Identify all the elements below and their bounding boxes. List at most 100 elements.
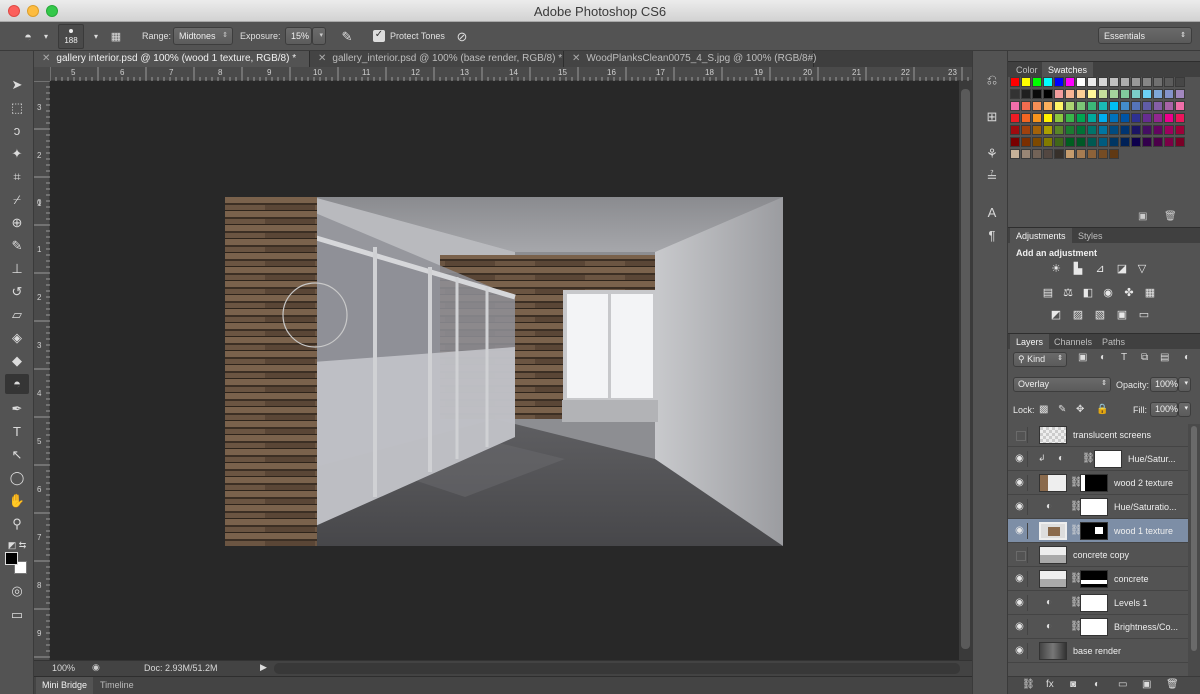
- swatch[interactable]: [1043, 89, 1053, 99]
- selective-color-icon[interactable]: ▣: [1114, 308, 1130, 322]
- swatch[interactable]: [1098, 125, 1108, 135]
- eye-icon[interactable]: ◉: [1012, 499, 1028, 515]
- swatch[interactable]: [1175, 137, 1185, 147]
- new-adjustment-icon[interactable]: ◐: [1094, 679, 1100, 690]
- tab-gallery-interior-base[interactable]: ✕ gallery_interior.psd @ 100% (base rende…: [310, 51, 564, 67]
- tab-layers[interactable]: Layers: [1010, 334, 1050, 350]
- link-icon[interactable]: ⛓: [1082, 453, 1095, 464]
- visibility-toggle[interactable]: [1012, 547, 1028, 563]
- swatch[interactable]: [1010, 113, 1020, 123]
- fill-slider-toggle[interactable]: ▾: [1178, 402, 1191, 417]
- swatch[interactable]: [1032, 149, 1042, 159]
- swatch[interactable]: [1054, 137, 1064, 147]
- swatch[interactable]: [1043, 125, 1053, 135]
- photo-filter-icon[interactable]: ◉: [1100, 286, 1116, 300]
- swatch[interactable]: [1010, 137, 1020, 147]
- horizontal-ruler[interactable]: 5 6 7 8 9 10 11 12 13 14 15 16 17 18 19 …: [50, 67, 972, 81]
- swatch[interactable]: [1010, 149, 1020, 159]
- layer-row-selected[interactable]: ◉ ⛓ wood 1 texture: [1008, 519, 1188, 543]
- scrollbar-thumb[interactable]: [1191, 426, 1197, 651]
- swatch[interactable]: [1054, 101, 1064, 111]
- tab-color[interactable]: Color: [1010, 62, 1044, 78]
- swatch[interactable]: [1032, 113, 1042, 123]
- tab-gallery-interior[interactable]: ✕ gallery interior.psd @ 100% (wood 1 tex…: [34, 51, 310, 67]
- swatch[interactable]: [1087, 101, 1097, 111]
- filter-toggle-icon[interactable]: ◐: [1184, 352, 1190, 363]
- swatch[interactable]: [1109, 77, 1119, 87]
- layer-filter-select[interactable]: ⚲ Kind ⇕: [1013, 352, 1067, 367]
- close-icon[interactable]: ✕: [572, 53, 580, 64]
- layers-scrollbar[interactable]: [1188, 424, 1200, 676]
- hue-saturation-icon[interactable]: ▤: [1040, 286, 1056, 300]
- swatch[interactable]: [1153, 77, 1163, 87]
- airbrush-icon[interactable]: ✎: [337, 27, 357, 47]
- swatch[interactable]: [1164, 137, 1174, 147]
- swatch[interactable]: [1010, 89, 1020, 99]
- swatch[interactable]: [1010, 101, 1020, 111]
- swatch[interactable]: [1032, 101, 1042, 111]
- sponge-tool-icon[interactable]: ◓: [5, 374, 29, 394]
- swatch[interactable]: [1142, 125, 1152, 135]
- filter-type-icon[interactable]: T: [1121, 352, 1127, 363]
- vertical-scrollbar[interactable]: [959, 81, 972, 660]
- swatch[interactable]: [1142, 101, 1152, 111]
- swatch[interactable]: [1021, 125, 1031, 135]
- tab-paths[interactable]: Paths: [1096, 334, 1131, 350]
- status-menu-arrow-icon[interactable]: ▶: [260, 662, 267, 673]
- swatch[interactable]: [1065, 77, 1075, 87]
- lasso-tool-icon[interactable]: ↄ: [5, 121, 29, 141]
- eye-icon[interactable]: ◉: [1012, 595, 1028, 611]
- vibrance-icon[interactable]: ▽: [1134, 262, 1150, 276]
- swatch[interactable]: [1098, 77, 1108, 87]
- ellipse-tool-icon[interactable]: ◯: [5, 468, 29, 488]
- history-brush-tool-icon[interactable]: ↺: [5, 282, 29, 302]
- layer-row[interactable]: concrete copy: [1008, 543, 1188, 567]
- layer-row[interactable]: ◉ ◐ ⛓ Levels 1: [1008, 591, 1188, 615]
- swatch[interactable]: [1076, 77, 1086, 87]
- invert-icon[interactable]: ◩: [1048, 308, 1064, 322]
- brush-panel-toggle-icon[interactable]: ▦: [106, 27, 126, 47]
- eraser-tool-icon[interactable]: ▱: [5, 305, 29, 325]
- filter-adjustment-icon[interactable]: ◐: [1100, 352, 1106, 363]
- paint-bucket-tool-icon[interactable]: ◈: [5, 328, 29, 348]
- swatch[interactable]: [1098, 137, 1108, 147]
- swatch[interactable]: [1043, 77, 1053, 87]
- lock-position-icon[interactable]: ✥: [1076, 404, 1084, 415]
- chevron-down-icon[interactable]: ▾: [86, 27, 106, 47]
- swatch[interactable]: [1087, 149, 1097, 159]
- swatch[interactable]: [1120, 89, 1130, 99]
- path-selection-tool-icon[interactable]: ↖: [5, 445, 29, 465]
- eye-icon[interactable]: ◉: [1012, 451, 1028, 467]
- status-options-icon[interactable]: ◉: [92, 662, 100, 673]
- swatch[interactable]: [1164, 101, 1174, 111]
- swatch[interactable]: [1065, 137, 1075, 147]
- swatch[interactable]: [1120, 137, 1130, 147]
- blur-tool-icon[interactable]: ◆: [5, 351, 29, 371]
- swatch[interactable]: [1043, 113, 1053, 123]
- swatch[interactable]: [1175, 125, 1185, 135]
- pen-tool-icon[interactable]: ✒: [5, 399, 29, 419]
- swatch[interactable]: [1032, 137, 1042, 147]
- swatch[interactable]: [1065, 101, 1075, 111]
- paragraph-panel-icon[interactable]: ¶: [982, 227, 1002, 245]
- swatch[interactable]: [1153, 89, 1163, 99]
- swatch[interactable]: [1164, 113, 1174, 123]
- swatch[interactable]: [1010, 125, 1020, 135]
- swatch[interactable]: [1054, 89, 1064, 99]
- tab-mini-bridge[interactable]: Mini Bridge: [36, 677, 94, 694]
- tab-adjustments[interactable]: Adjustments: [1010, 228, 1072, 244]
- swatch[interactable]: [1131, 89, 1141, 99]
- swatch[interactable]: [1021, 101, 1031, 111]
- swatch[interactable]: [1164, 77, 1174, 87]
- ruler-corner[interactable]: [34, 67, 50, 81]
- swatch[interactable]: [1043, 149, 1053, 159]
- swatch[interactable]: [1065, 113, 1075, 123]
- swatch[interactable]: [1076, 89, 1086, 99]
- visibility-toggle[interactable]: [1012, 427, 1028, 443]
- lock-all-icon[interactable]: 🔒: [1096, 404, 1108, 415]
- filter-smart-object-icon[interactable]: ▤: [1160, 352, 1169, 363]
- swatch[interactable]: [1043, 137, 1053, 147]
- swatch[interactable]: [1054, 113, 1064, 123]
- swatch[interactable]: [1131, 137, 1141, 147]
- swatch[interactable]: [1065, 149, 1075, 159]
